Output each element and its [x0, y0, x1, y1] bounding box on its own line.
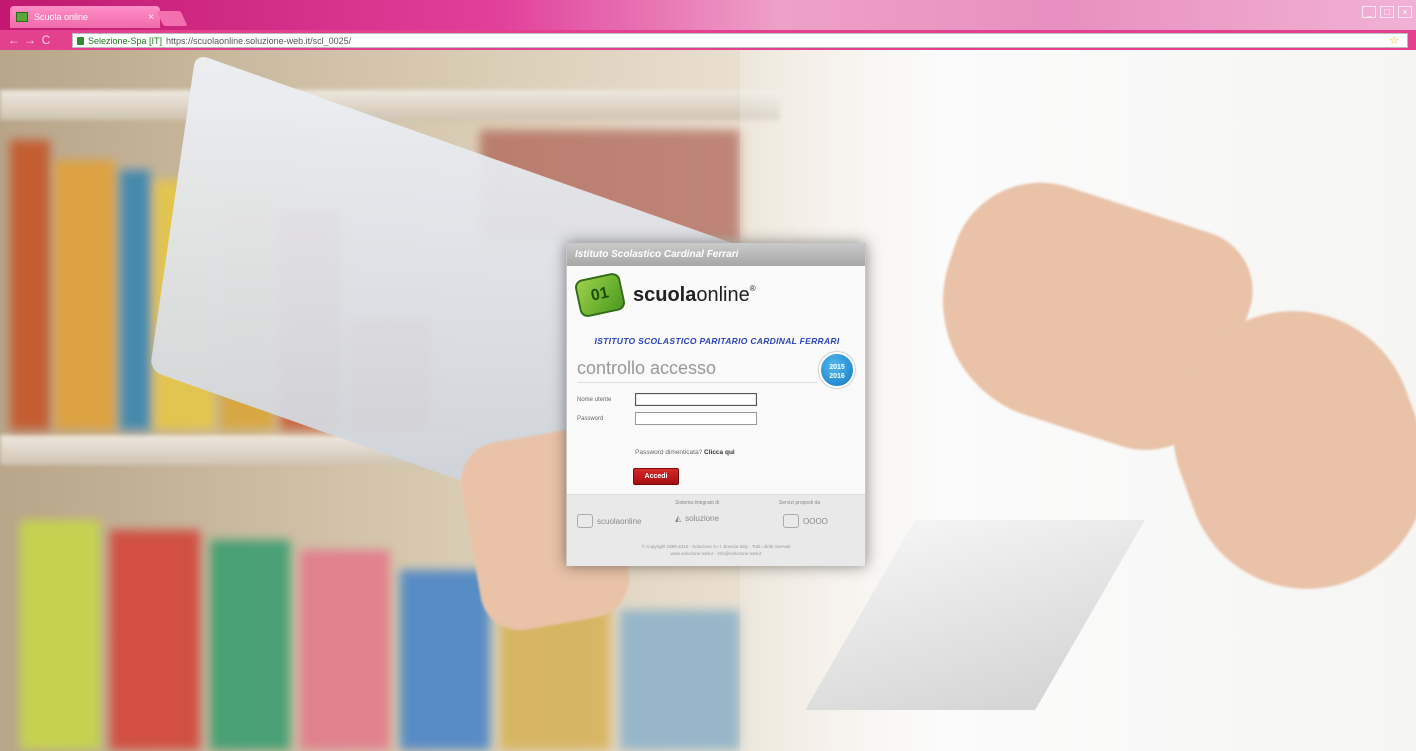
- scuolaonline-logo: 01 scuolaonline®: [573, 271, 756, 319]
- username-label: Nome utente: [577, 396, 612, 403]
- footer-label-right: Servizi proposti da: [779, 500, 821, 506]
- username-row: Nome utente: [577, 393, 757, 406]
- year-badge: 2015 2016: [819, 352, 855, 388]
- footer-logo-center-text: soluzione: [685, 514, 719, 523]
- soluzione-mark-icon: ◭: [675, 514, 682, 523]
- back-icon[interactable]: ←: [6, 33, 22, 47]
- login-dialog: Istituto Scolastico Cardinal Ferrari 01 …: [566, 243, 866, 566]
- url-text[interactable]: https://scuolaonline.soluzione-web.it/sc…: [166, 36, 351, 46]
- footer-logo-left-text: scuolaonline: [597, 516, 642, 526]
- login-button[interactable]: Accedi: [633, 468, 679, 485]
- footer-logo-provider: OOOO: [783, 514, 828, 528]
- book: [120, 170, 150, 430]
- book: [110, 530, 200, 750]
- password-row: Password: [577, 412, 757, 425]
- footer-logo-scuolaonline: scuolaonline: [577, 514, 641, 528]
- book: [10, 140, 50, 430]
- logo-rest: online: [696, 283, 750, 306]
- tab-close-icon[interactable]: ×: [148, 12, 154, 23]
- book: [400, 570, 490, 750]
- copyright-line1: © Copyright 1999-2015 - Soluzione S.r.l.…: [641, 544, 791, 549]
- minimize-button[interactable]: _: [1362, 6, 1376, 18]
- page-title: controllo accesso: [577, 358, 717, 378]
- book: [620, 610, 740, 750]
- browser-tabstrip: Scuola online × _ □ ×: [0, 0, 1416, 30]
- dialog-footer: Sistema integrato di Servizi proposti da…: [567, 494, 865, 566]
- forward-icon[interactable]: →: [22, 33, 38, 47]
- favicon-icon: [16, 12, 28, 22]
- book: [20, 520, 100, 750]
- title-divider: [577, 382, 817, 383]
- logo-bold: scuola: [633, 283, 697, 306]
- browser-tab[interactable]: Scuola online ×: [10, 6, 160, 28]
- footer-logo-soluzione: ◭ soluzione: [675, 514, 719, 523]
- logo-text: scuolaonline®: [633, 284, 756, 307]
- reload-icon[interactable]: C: [38, 33, 54, 47]
- new-tab-button[interactable]: [156, 11, 188, 26]
- close-window-button[interactable]: ×: [1398, 6, 1412, 18]
- forgot-link[interactable]: Clicca qui: [704, 449, 735, 456]
- window-controls: _ □ ×: [1362, 6, 1412, 18]
- provider-mark-icon: [783, 514, 799, 528]
- forgot-password: Password dimenticata? Clicca qui: [635, 449, 735, 456]
- footer-label-center: Sistema integrato di: [675, 500, 720, 506]
- copyright: © Copyright 1999-2015 - Soluzione S.r.l.…: [567, 543, 865, 557]
- logo-tm: ®: [749, 283, 756, 293]
- footer-logo-right-text: OOOO: [803, 516, 828, 526]
- ssl-identity: Selezione-Spa [IT]: [88, 35, 163, 46]
- logo-icon: 01: [573, 271, 627, 319]
- address-bar[interactable]: Selezione-Spa [IT] https://scuolaonline.…: [72, 33, 1408, 48]
- password-input[interactable]: [635, 412, 757, 425]
- book: [210, 540, 290, 750]
- dialog-header: Istituto Scolastico Cardinal Ferrari: [567, 244, 865, 266]
- book: [300, 550, 390, 750]
- username-input[interactable]: [635, 393, 757, 406]
- shelf: [0, 90, 780, 120]
- copyright-line2: www.soluzione-web.it - info@soluzione-we…: [670, 551, 762, 556]
- forgot-text: Password dimenticata?: [635, 449, 703, 456]
- maximize-button[interactable]: □: [1380, 6, 1394, 18]
- year-end: 2016: [829, 373, 845, 380]
- scuolaonline-mark-icon: [577, 514, 593, 528]
- screen: Scuola online × _ □ × ← → C Selezione-Sp…: [0, 0, 1416, 751]
- school-name: ISTITUTO SCOLASTICO PARITARIO CARDINAL F…: [594, 336, 840, 346]
- bookmark-star-icon[interactable]: ☆: [1389, 34, 1399, 47]
- year-start: 2015: [829, 364, 845, 371]
- book: [55, 160, 115, 430]
- lock-icon: [77, 36, 84, 45]
- tab-title: Scuola online: [34, 12, 89, 22]
- password-label: Password: [577, 415, 604, 422]
